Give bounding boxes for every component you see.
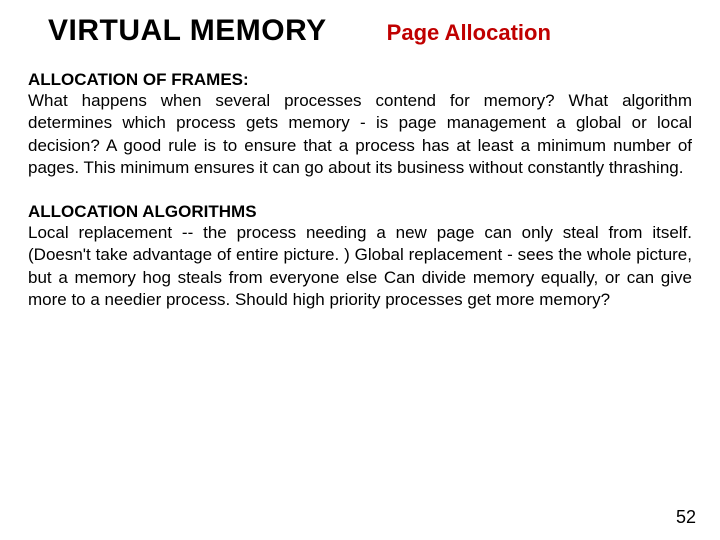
page-number: 52: [676, 507, 696, 528]
section-allocation-algorithms: ALLOCATION ALGORITHMS Local replacement …: [28, 202, 692, 312]
slide-subtitle: Page Allocation: [387, 20, 551, 46]
section-heading: ALLOCATION OF FRAMES:: [28, 70, 692, 90]
section-heading: ALLOCATION ALGORITHMS: [28, 202, 692, 222]
slide-title: VIRTUAL MEMORY: [28, 14, 327, 48]
section-allocation-of-frames: ALLOCATION OF FRAMES: What happens when …: [28, 70, 692, 180]
slide-header: VIRTUAL MEMORY Page Allocation: [28, 14, 692, 48]
slide: VIRTUAL MEMORY Page Allocation ALLOCATIO…: [0, 0, 720, 540]
section-body: What happens when several processes cont…: [28, 90, 692, 180]
section-body: Local replacement -- the process needing…: [28, 222, 692, 312]
